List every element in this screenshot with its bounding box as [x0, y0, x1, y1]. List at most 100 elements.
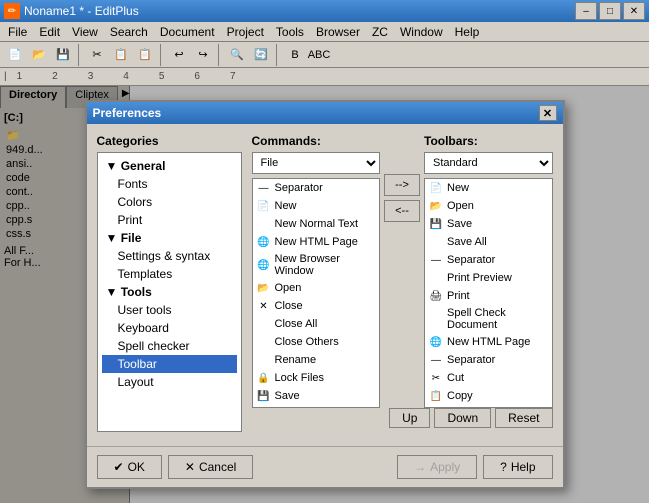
menu-project[interactable]: Project: [221, 23, 270, 41]
menu-tools[interactable]: Tools: [270, 23, 310, 41]
cmd-new[interactable]: 📄New: [253, 197, 380, 215]
reset-button[interactable]: Reset: [495, 408, 552, 428]
tb-new-item[interactable]: 📄New: [425, 179, 552, 197]
cat-templates[interactable]: Templates: [102, 265, 237, 283]
cat-layout[interactable]: Layout: [102, 373, 237, 391]
ok-button[interactable]: ✔ OK: [97, 455, 162, 479]
tb-save-item[interactable]: 💾Save: [425, 215, 552, 233]
tb-open[interactable]: 📂: [28, 44, 50, 66]
dialog-title-bar: Preferences ✕: [87, 102, 563, 124]
add-to-toolbar-button[interactable]: -->: [384, 174, 420, 196]
close-button[interactable]: ✕: [623, 2, 645, 20]
help-button[interactable]: ? Help: [483, 455, 552, 479]
newhtml-icon: 🌐: [257, 235, 271, 249]
commands-section: Commands: File Edit View —Separator 📄New: [252, 134, 381, 408]
tb-separator-1: [78, 44, 82, 66]
up-button[interactable]: Up: [389, 408, 430, 428]
down-button[interactable]: Down: [434, 408, 491, 428]
tbsep1-icon: —: [429, 253, 443, 267]
tb-copy[interactable]: 📋: [110, 44, 132, 66]
cmd-lock[interactable]: 🔒Lock Files: [253, 369, 380, 387]
tbsaveall-icon: [429, 235, 443, 249]
menu-zc[interactable]: ZC: [366, 23, 394, 41]
cat-colors[interactable]: Colors: [102, 193, 237, 211]
tbprint-icon: 🖨: [429, 289, 443, 303]
cat-spell-checker[interactable]: Spell checker: [102, 337, 237, 355]
window-title: Noname1 * - EditPlus: [24, 4, 139, 18]
tb-paste[interactable]: 📋: [134, 44, 156, 66]
tb-sep1-item[interactable]: —Separator: [425, 251, 552, 269]
tb-sep2-item[interactable]: —Separator: [425, 351, 552, 369]
tb-print-item[interactable]: 🖨Print: [425, 287, 552, 305]
tbopen-icon: 📂: [429, 199, 443, 213]
new-icon: 📄: [257, 199, 271, 213]
tb-replace[interactable]: 🔄: [250, 44, 272, 66]
rename-icon: [257, 353, 271, 367]
cmd-new-normal[interactable]: New Normal Text: [253, 215, 380, 233]
maximize-button[interactable]: □: [599, 2, 621, 20]
tb-spell-item[interactable]: Spell Check Document: [425, 305, 552, 333]
tb-new[interactable]: 📄: [4, 44, 26, 66]
cat-fonts[interactable]: Fonts: [102, 175, 237, 193]
toolbars-list[interactable]: 📄New 📂Open 💾Save Save All —Separator Pri…: [424, 178, 553, 408]
cmd-rename[interactable]: Rename: [253, 351, 380, 369]
tb-bold[interactable]: B: [284, 44, 306, 66]
cat-print[interactable]: Print: [102, 211, 237, 229]
menu-browser[interactable]: Browser: [310, 23, 366, 41]
tb-printpreview-item[interactable]: Print Preview: [425, 269, 552, 287]
menu-search[interactable]: Search: [104, 23, 154, 41]
menu-view[interactable]: View: [66, 23, 104, 41]
commands-dropdown[interactable]: File Edit View: [252, 152, 381, 174]
tb-save[interactable]: 💾: [52, 44, 74, 66]
tb-separator-4: [276, 44, 280, 66]
apply-button[interactable]: → Apply: [397, 455, 477, 479]
tb-undo[interactable]: ↩: [168, 44, 190, 66]
menu-file[interactable]: File: [2, 23, 33, 41]
cmd-separator[interactable]: —Separator: [253, 179, 380, 197]
cmd-close-others[interactable]: Close Others: [253, 333, 380, 351]
tb-saveall-item[interactable]: Save All: [425, 233, 552, 251]
tbcut-icon: ✂: [429, 371, 443, 385]
closeothers-icon: [257, 335, 271, 349]
tbsep2-icon: —: [429, 353, 443, 367]
newnormal-icon: [257, 217, 271, 231]
cat-settings-syntax[interactable]: Settings & syntax: [102, 247, 237, 265]
cmd-close[interactable]: ✕Close: [253, 297, 380, 315]
cmd-open[interactable]: 📂Open: [253, 279, 380, 297]
tb-open-item[interactable]: 📂Open: [425, 197, 552, 215]
menu-window[interactable]: Window: [394, 23, 449, 41]
cat-user-tools[interactable]: User tools: [102, 301, 237, 319]
cmd-close-all[interactable]: Close All: [253, 315, 380, 333]
tb-find[interactable]: 🔍: [226, 44, 248, 66]
arrow-buttons: --> <--: [384, 134, 420, 222]
dialog-close-button[interactable]: ✕: [539, 105, 557, 121]
apply-icon: →: [414, 460, 426, 474]
close-icon: ✕: [257, 299, 271, 313]
tb-redo[interactable]: ↪: [192, 44, 214, 66]
cancel-button[interactable]: ✕ Cancel: [168, 455, 253, 479]
minimize-button[interactable]: –: [575, 2, 597, 20]
remove-from-toolbar-button[interactable]: <--: [384, 200, 420, 222]
cat-file[interactable]: ▼ File: [102, 229, 237, 247]
tb-spell[interactable]: ABC: [308, 44, 330, 66]
toolbars-label: Toolbars:: [424, 134, 553, 148]
cat-general[interactable]: ▼ General: [102, 157, 237, 175]
tb-cut-item[interactable]: ✂Cut: [425, 369, 552, 387]
tb-newhtml-item[interactable]: 🌐New HTML Page: [425, 333, 552, 351]
menu-document[interactable]: Document: [154, 23, 221, 41]
menu-help[interactable]: Help: [449, 23, 486, 41]
tb-cut[interactable]: ✂: [86, 44, 108, 66]
tb-copy-item[interactable]: 📋Copy: [425, 387, 552, 405]
commands-list[interactable]: —Separator 📄New New Normal Text 🌐New HTM…: [252, 178, 381, 408]
cmd-new-browser[interactable]: 🌐New Browser Window: [253, 251, 380, 279]
categories-tree[interactable]: ▼ General Fonts Colors Print ▼ File Sett…: [97, 152, 242, 432]
dialog-title: Preferences: [93, 106, 162, 120]
cat-tools[interactable]: ▼ Tools: [102, 283, 237, 301]
cmd-new-html[interactable]: 🌐New HTML Page: [253, 233, 380, 251]
menu-edit[interactable]: Edit: [33, 23, 66, 41]
cat-toolbar[interactable]: Toolbar: [102, 355, 237, 373]
menu-bar: File Edit View Search Document Project T…: [0, 22, 649, 42]
cmd-save[interactable]: 💾Save: [253, 387, 380, 405]
cat-keyboard[interactable]: Keyboard: [102, 319, 237, 337]
toolbars-dropdown[interactable]: Standard Browser: [424, 152, 553, 174]
